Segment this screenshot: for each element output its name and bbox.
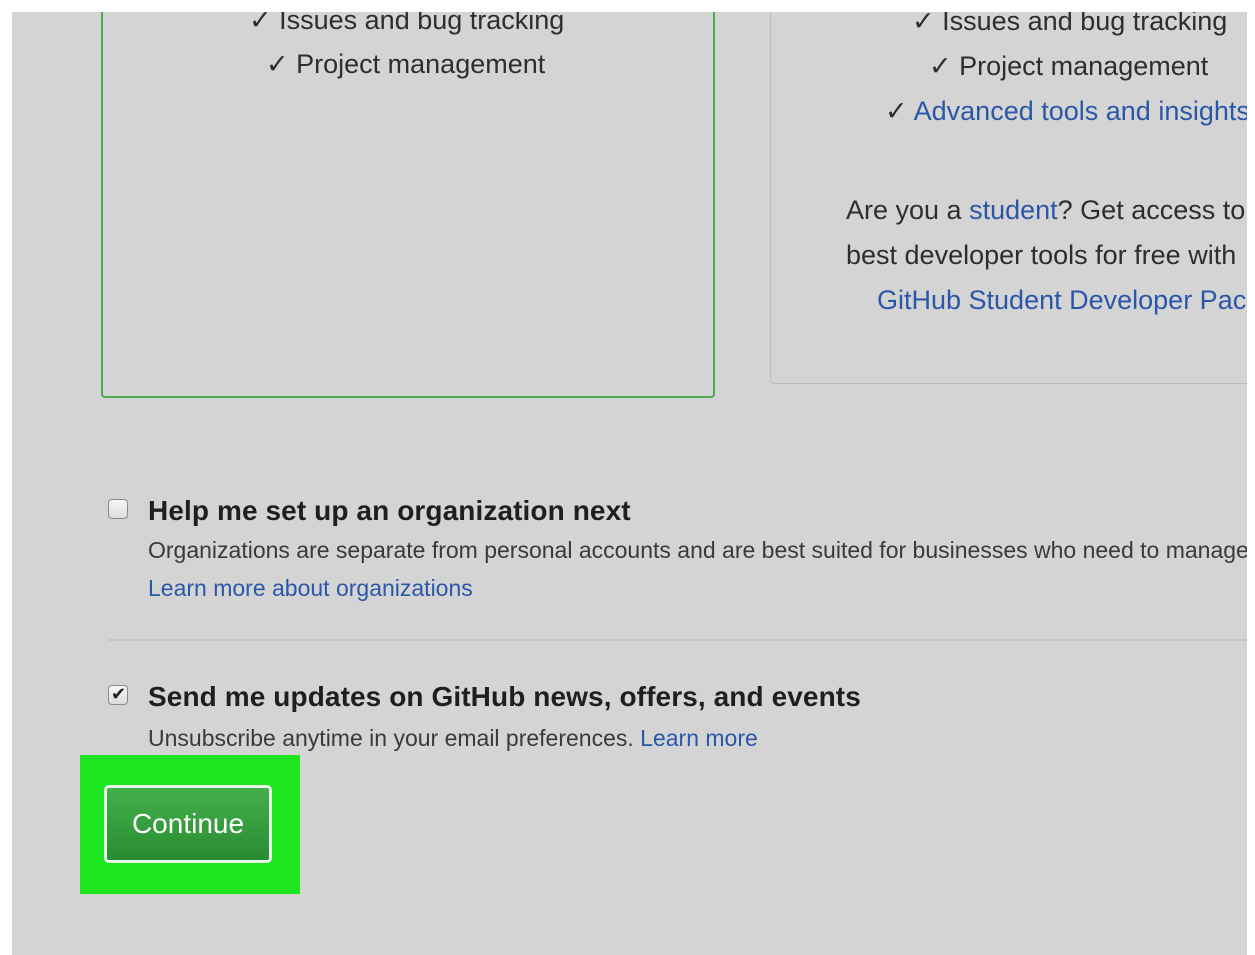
check-icon: ✓ [885,96,908,126]
student-text: Are you a [846,195,970,225]
student-link[interactable]: student [969,195,1058,225]
plan-feature: ✓ Project management [266,49,546,79]
screen: ✓ Issues and bug tracking ✓ Project mana… [12,12,1247,955]
organization-option-title: Help me set up an organization next [148,495,631,526]
organization-checkbox[interactable] [108,499,128,519]
plan-feature-advanced: ✓ Advanced tools and insights [885,95,1247,127]
updates-description-text: Unsubscribe anytime in your email prefer… [148,725,641,751]
plan-feature: ✓ Project management [929,51,1209,81]
updates-checkbox[interactable]: ✔ [108,684,128,705]
advanced-tools-link[interactable]: Advanced tools and insights [914,96,1247,126]
student-pack-link[interactable]: GitHub Student Developer Pack [877,285,1247,315]
learn-more-link[interactable]: Learn more [640,725,758,751]
checkmark-icon: ✔ [111,684,127,704]
plan-feature: ✓ Issues and bug tracking [912,12,1228,36]
student-text: best developer tools for free with [846,240,1237,270]
student-text: ? Get access to [1057,195,1246,225]
divider [108,639,1247,641]
plan-card-free[interactable]: ✓ Issues and bug tracking ✓ Project mana… [101,12,715,398]
organization-option-description: Organizations are separate from personal… [148,537,1247,563]
updates-option-description: Unsubscribe anytime in your email prefer… [148,725,758,752]
button-highlight: Continue [80,755,300,894]
learn-more-organizations-link[interactable]: Learn more about organizations [148,575,473,601]
updates-option-title: Send me updates on GitHub news, offers, … [148,681,861,712]
plan-feature: ✓ Issues and bug tracking [249,12,565,35]
student-offer: Are you a student? Get access to best de… [846,188,1247,323]
continue-button[interactable]: Continue [104,785,272,863]
